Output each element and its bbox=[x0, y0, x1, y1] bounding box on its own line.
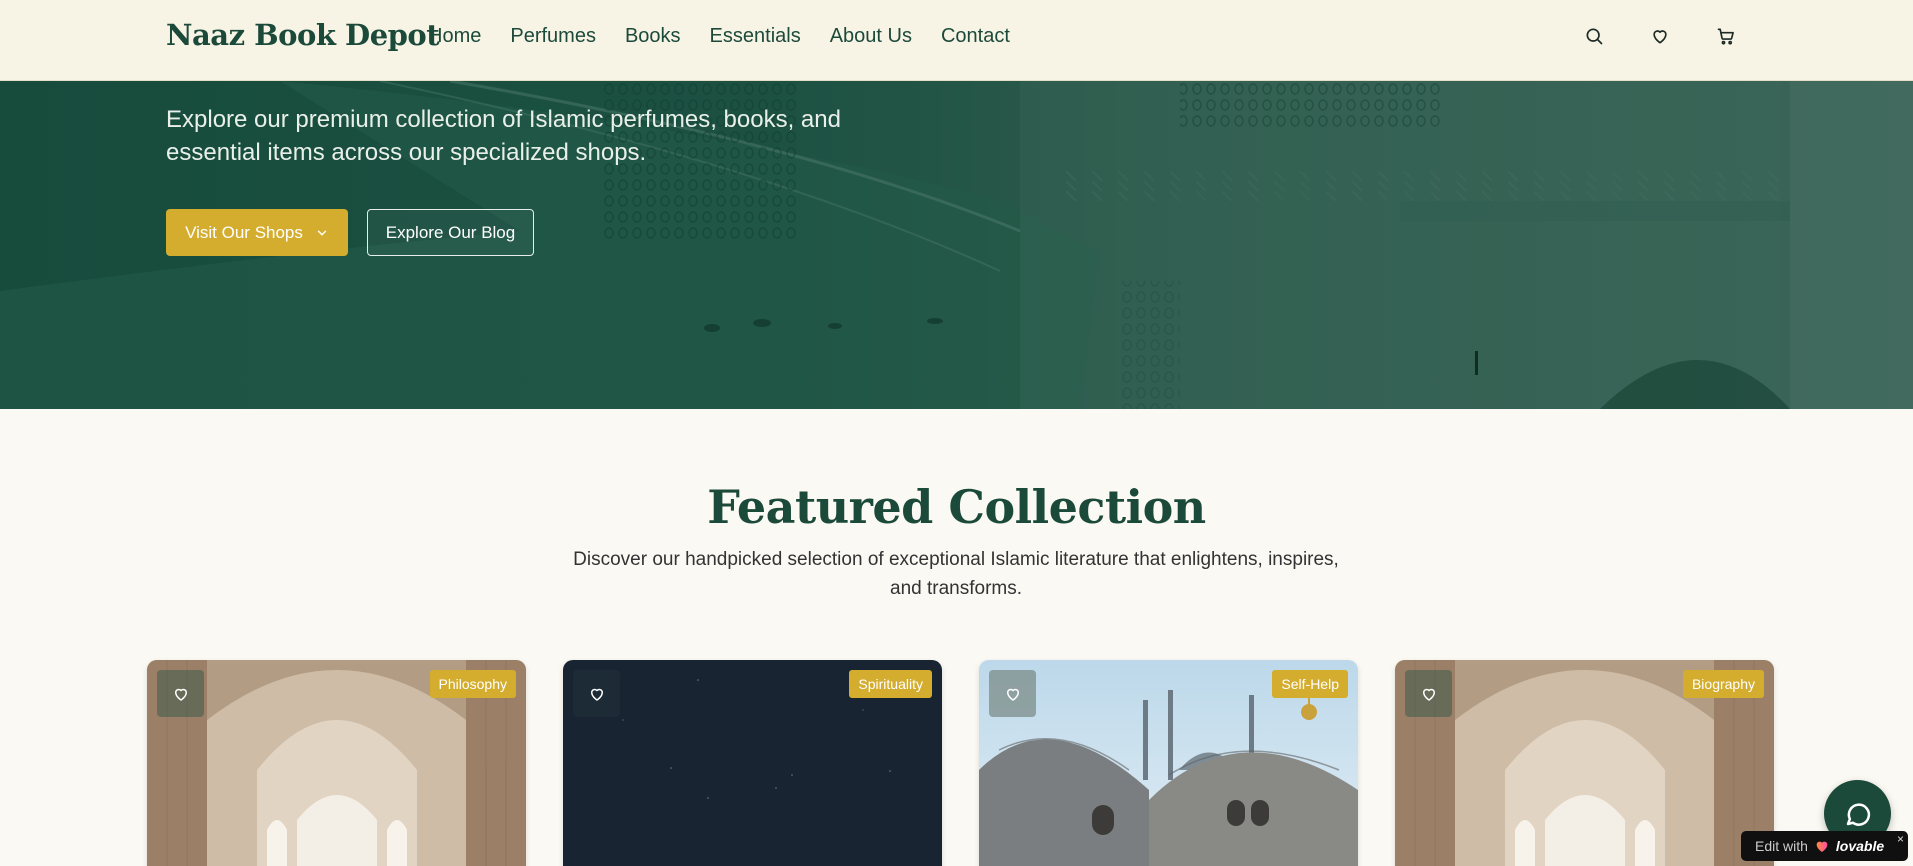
lovable-brand: lovable bbox=[1835, 838, 1885, 854]
wishlist-button[interactable] bbox=[157, 670, 204, 717]
search-icon[interactable] bbox=[1583, 25, 1605, 47]
featured-description: Discover our handpicked selection of exc… bbox=[573, 549, 1339, 599]
cart-icon[interactable] bbox=[1715, 25, 1737, 47]
hero-subtitle: Explore our premium collection of Islami… bbox=[166, 106, 841, 166]
product-card[interactable]: Philosophy bbox=[147, 660, 526, 866]
featured-title: Featured Collection bbox=[707, 480, 1206, 534]
wishlist-button[interactable] bbox=[989, 670, 1036, 717]
visit-shops-label: Visit Our Shops bbox=[185, 222, 303, 242]
heart-icon bbox=[1816, 841, 1828, 852]
nav-contact[interactable]: Contact bbox=[941, 25, 1010, 48]
chevron-down-icon bbox=[317, 230, 327, 236]
explore-blog-button[interactable]: Explore Our Blog bbox=[367, 209, 534, 256]
nav-perfumes[interactable]: Perfumes bbox=[510, 25, 596, 48]
heart-icon[interactable] bbox=[1649, 25, 1671, 47]
heart-icon bbox=[1006, 688, 1019, 701]
category-tag: Biography bbox=[1682, 670, 1764, 698]
heart-icon bbox=[590, 688, 603, 701]
wishlist-button[interactable] bbox=[573, 670, 620, 717]
logo[interactable]: Naaz Book Depot bbox=[166, 18, 440, 52]
main-nav: Home Perfumes Books Essentials About Us … bbox=[428, 25, 1010, 48]
heart-icon bbox=[174, 688, 187, 701]
visit-shops-button[interactable]: Visit Our Shops bbox=[166, 209, 348, 256]
edit-with-label: Edit with bbox=[1755, 838, 1808, 854]
category-tag: Philosophy bbox=[429, 670, 516, 698]
nav-home[interactable]: Home bbox=[428, 25, 481, 48]
wishlist-button[interactable] bbox=[1405, 670, 1452, 717]
close-icon[interactable]: × bbox=[1897, 832, 1904, 846]
nav-about-us[interactable]: About Us bbox=[830, 25, 912, 48]
heart-icon bbox=[1422, 688, 1435, 701]
hero-section: Explore our premium collection of Islami… bbox=[0, 81, 1913, 409]
nav-essentials[interactable]: Essentials bbox=[710, 25, 801, 48]
product-card[interactable]: Spirituality bbox=[563, 660, 942, 866]
nav-books[interactable]: Books bbox=[625, 25, 681, 48]
product-card[interactable]: Self-Help bbox=[979, 660, 1358, 866]
chat-bubble-icon bbox=[1846, 802, 1870, 826]
category-tag: Spirituality bbox=[849, 670, 932, 698]
product-card[interactable]: Biography bbox=[1395, 660, 1774, 866]
site-header: Naaz Book Depot Home Perfumes Books Esse… bbox=[0, 0, 1913, 81]
category-tag: Self-Help bbox=[1272, 670, 1348, 698]
edit-with-lovable-badge[interactable]: Edit with lovable × bbox=[1741, 831, 1908, 861]
header-actions bbox=[1583, 25, 1737, 47]
